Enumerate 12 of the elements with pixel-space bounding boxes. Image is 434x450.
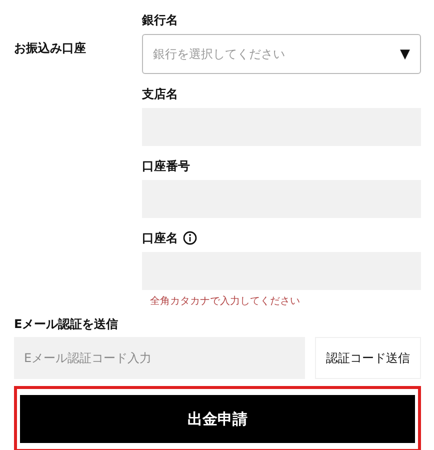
withdraw-button[interactable]: 出金申請 [20, 395, 415, 443]
send-code-button[interactable]: 認証コード送信 [315, 337, 421, 379]
hint-text: 全角カタカナで入力してください [149, 294, 301, 308]
info-icon[interactable] [183, 231, 197, 245]
field-label: 口座名 [142, 230, 178, 246]
bank-select[interactable]: 銀行を選択してください ▼ [142, 34, 421, 74]
code-input-field[interactable]: Eメール認証コード入力 [14, 337, 305, 379]
field-label: 銀行名 [142, 12, 178, 28]
field-label: 支店名 [142, 86, 178, 102]
field-label: 口座番号 [142, 158, 190, 174]
email-label: Eメール認証を送信 [14, 316, 120, 333]
section-label: お振込み口座 [14, 41, 86, 55]
